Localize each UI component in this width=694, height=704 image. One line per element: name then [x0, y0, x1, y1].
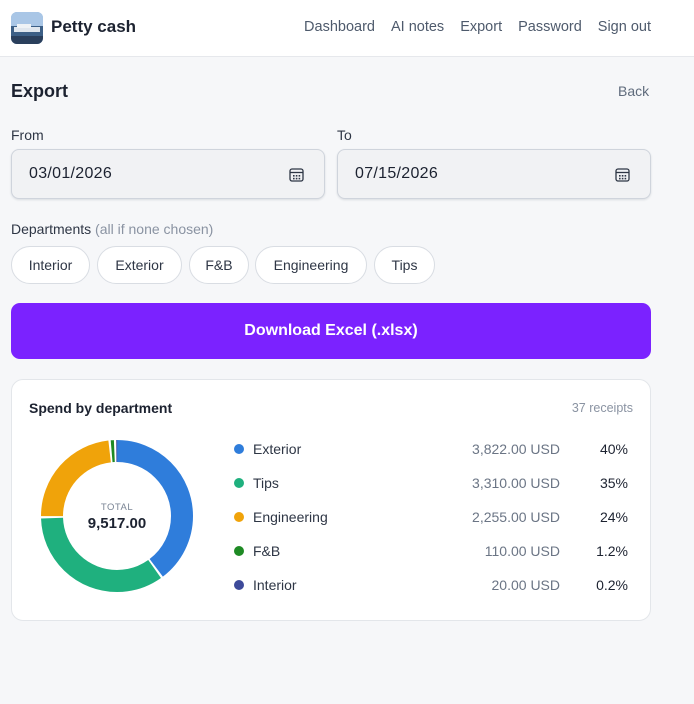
legend-amount: 20.00 USD [491, 577, 560, 593]
to-date-value: 07/15/2026 [355, 165, 439, 182]
calendar-icon[interactable] [615, 167, 630, 182]
legend-row: Interior 20.00 USD 0.2% [232, 575, 632, 595]
from-label: From [11, 127, 44, 143]
departments-label: Departments (all if none chosen) [11, 221, 213, 237]
legend-percent: 40% [599, 441, 628, 457]
legend-name: Tips [253, 475, 279, 491]
legend-name: Engineering [253, 509, 328, 525]
from-date-input[interactable]: 03/01/2026 [11, 149, 325, 199]
card-title: Spend by department [29, 400, 173, 416]
back-link[interactable]: Back [618, 83, 649, 99]
legend-color-dot [234, 512, 244, 522]
legend-percent: 0.2% [596, 577, 628, 593]
to-date-input[interactable]: 07/15/2026 [337, 149, 651, 199]
calendar-icon[interactable] [289, 167, 304, 182]
department-chip-engineering[interactable]: Engineering [255, 246, 367, 284]
page-title: Export [11, 81, 69, 101]
legend-row: Engineering 2,255.00 USD 24% [232, 507, 632, 527]
legend-percent: 1.2% [596, 543, 628, 559]
legend-name: Exterior [253, 441, 302, 457]
from-date-value: 03/01/2026 [29, 165, 113, 182]
departments-hint: (all if none chosen) [95, 221, 214, 237]
total-label: TOTAL [100, 502, 134, 513]
receipts-count: 37 receipts [571, 401, 633, 415]
brand-title[interactable]: Petty cash [51, 17, 136, 37]
app-logo-icon[interactable] [11, 12, 43, 44]
legend-row: Exterior 3,822.00 USD 40% [232, 439, 632, 459]
legend-name: Interior [253, 577, 297, 593]
legend-amount: 3,822.00 USD [472, 441, 560, 457]
department-chip-exterior[interactable]: Exterior [97, 246, 182, 284]
legend-name: F&B [253, 543, 281, 559]
legend-row: F&B 110.00 USD 1.2% [232, 541, 632, 561]
departments-label-text: Departments [11, 221, 92, 237]
to-label: To [337, 127, 352, 143]
legend-amount: 110.00 USD [484, 543, 560, 559]
download-excel-button[interactable]: Download Excel (.xlsx) [11, 303, 651, 359]
legend-percent: 35% [599, 475, 628, 491]
legend-color-dot [234, 580, 244, 590]
department-chip-fnb[interactable]: F&B [189, 246, 249, 284]
top-bar: Petty cash Dashboard AI notes Export Pas… [0, 0, 694, 57]
nav-password[interactable]: Password [518, 19, 582, 35]
legend-row: Tips 3,310.00 USD 35% [232, 473, 632, 493]
main-nav: Dashboard AI notes Export Password Sign … [304, 19, 651, 35]
nav-dashboard[interactable]: Dashboard [304, 19, 375, 35]
legend-color-dot [234, 478, 244, 488]
legend-percent: 24% [599, 509, 628, 525]
nav-export[interactable]: Export [460, 19, 502, 35]
legend-amount: 3,310.00 USD [472, 475, 560, 491]
nav-ai-notes[interactable]: AI notes [391, 19, 444, 35]
nav-sign-out[interactable]: Sign out [598, 19, 651, 35]
total-value: 9,517.00 [87, 515, 147, 532]
spend-summary-card: Spend by department 37 receipts TOTAL 9,… [11, 379, 651, 621]
department-chip-tips[interactable]: Tips [374, 246, 435, 284]
department-chip-interior[interactable]: Interior [11, 246, 90, 284]
legend-color-dot [234, 444, 244, 454]
legend-amount: 2,255.00 USD [472, 509, 560, 525]
legend-color-dot [234, 546, 244, 556]
